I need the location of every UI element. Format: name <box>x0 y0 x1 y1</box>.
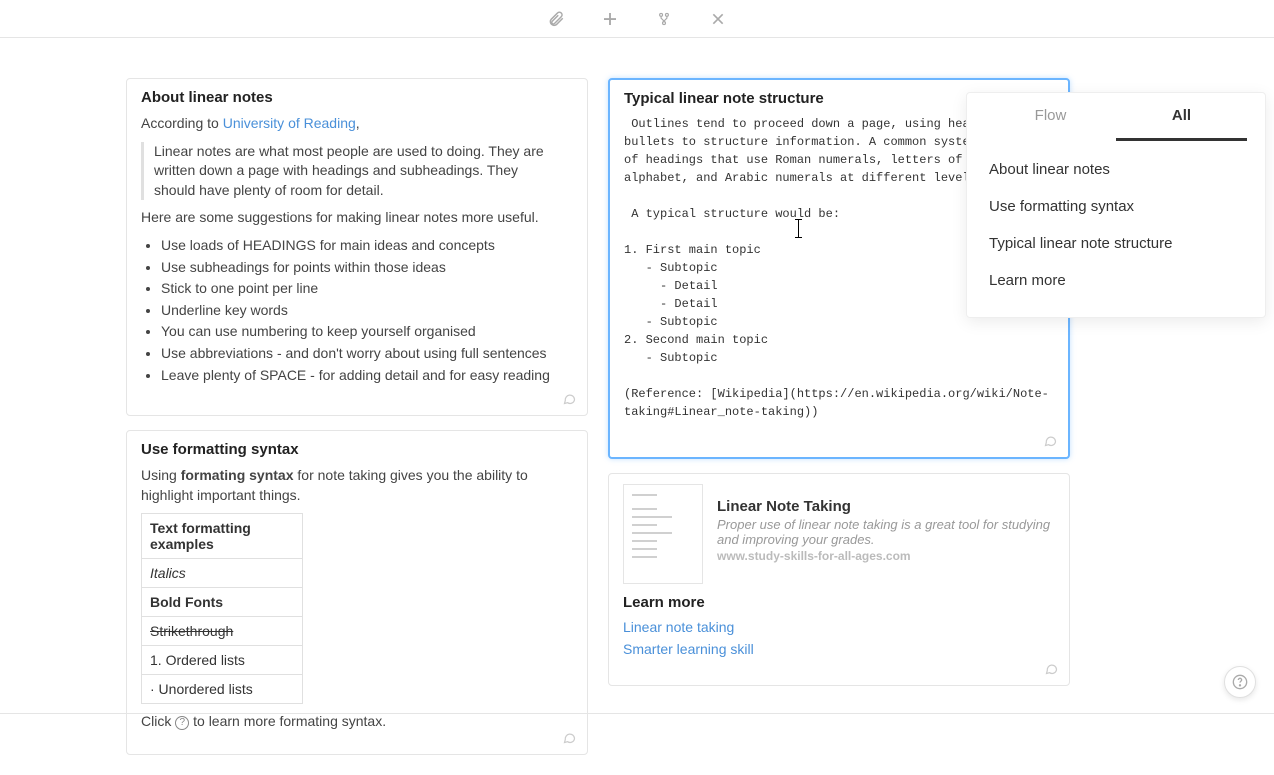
tips-list: Use loads of HEADINGS for main ideas and… <box>161 236 573 385</box>
outline-item[interactable]: Learn more <box>967 262 1265 299</box>
suggestions-intro: Here are some suggestions for making lin… <box>141 208 573 228</box>
list-item: Underline key words <box>161 301 573 321</box>
link-preview[interactable]: Linear Note Taking Proper use of linear … <box>623 484 1055 584</box>
table-row: Bold Fonts <box>142 588 303 617</box>
bottom-rule <box>0 713 1274 714</box>
list-item: Leave plenty of SPACE - for adding detai… <box>161 366 573 386</box>
list-item: You can use numbering to keep yourself o… <box>161 322 573 342</box>
card-about[interactable]: About linear notes According to Universi… <box>126 78 588 416</box>
table-row: Strikethrough <box>142 617 303 646</box>
learn-links: Linear note taking Smarter learning skil… <box>623 619 1055 657</box>
card-learn[interactable]: Linear Note Taking Proper use of linear … <box>608 473 1070 686</box>
outline-list: About linear notes Use formatting syntax… <box>967 141 1265 317</box>
column-left: About linear notes According to Universi… <box>126 78 588 755</box>
link-url: www.study-skills-for-all-ages.com <box>717 549 1055 563</box>
formatting-intro: Using formating syntax for note taking g… <box>141 466 573 505</box>
list-item: Use abbreviations - and don't worry abou… <box>161 344 573 364</box>
learn-link[interactable]: Linear note taking <box>623 619 1055 635</box>
outline-item[interactable]: About linear notes <box>967 151 1265 188</box>
comment-icon[interactable] <box>562 391 577 409</box>
close-icon[interactable] <box>709 10 727 28</box>
attachment-icon[interactable] <box>547 10 565 28</box>
table-row: Italics <box>142 559 303 588</box>
list-item: Stick to one point per line <box>161 279 573 299</box>
link-title: Linear Note Taking <box>717 498 1055 515</box>
link-desc: Proper use of linear note taking is a gr… <box>717 517 1055 547</box>
card-title: Learn more <box>623 594 1055 611</box>
comment-icon[interactable] <box>1044 661 1059 679</box>
formatting-help-line: Click ? to learn more formating syntax. <box>141 712 573 732</box>
about-source-line: According to University of Reading, <box>141 114 573 134</box>
help-fab[interactable] <box>1224 666 1256 698</box>
card-formatting[interactable]: Use formatting syntax Using formating sy… <box>126 430 588 755</box>
toolbar <box>0 0 1274 38</box>
list-item: Use loads of HEADINGS for main ideas and… <box>161 236 573 256</box>
card-title: About linear notes <box>141 89 573 106</box>
help-inline-icon[interactable]: ? <box>175 716 189 730</box>
outline-item[interactable]: Use formatting syntax <box>967 188 1265 225</box>
comment-icon[interactable] <box>562 730 577 748</box>
outline-panel: Flow All About linear notes Use formatti… <box>966 92 1266 318</box>
card-title: Use formatting syntax <box>141 441 573 458</box>
add-icon[interactable] <box>601 10 619 28</box>
link-thumbnail <box>623 484 703 584</box>
tab-all[interactable]: All <box>1116 93 1247 141</box>
tab-flow[interactable]: Flow <box>985 93 1116 141</box>
table-header: Text formatting examples <box>142 514 303 559</box>
table-row: 1. Ordered lists <box>142 646 303 675</box>
source-link[interactable]: University of Reading <box>223 115 356 131</box>
formatting-table: Text formatting examples Italics Bold Fo… <box>141 513 303 704</box>
link-body: Linear Note Taking Proper use of linear … <box>717 484 1055 584</box>
table-row: · Unordered lists <box>142 675 303 704</box>
merge-icon[interactable] <box>655 10 673 28</box>
text-cursor <box>798 220 799 237</box>
quote: Linear notes are what most people are us… <box>141 142 573 201</box>
outline-tabs: Flow All <box>967 93 1265 141</box>
outline-item[interactable]: Typical linear note structure <box>967 225 1265 262</box>
workspace: About linear notes According to Universi… <box>0 38 1274 775</box>
list-item: Use subheadings for points within those … <box>161 258 573 278</box>
learn-link[interactable]: Smarter learning skill <box>623 641 1055 657</box>
comment-icon[interactable] <box>1043 433 1058 451</box>
